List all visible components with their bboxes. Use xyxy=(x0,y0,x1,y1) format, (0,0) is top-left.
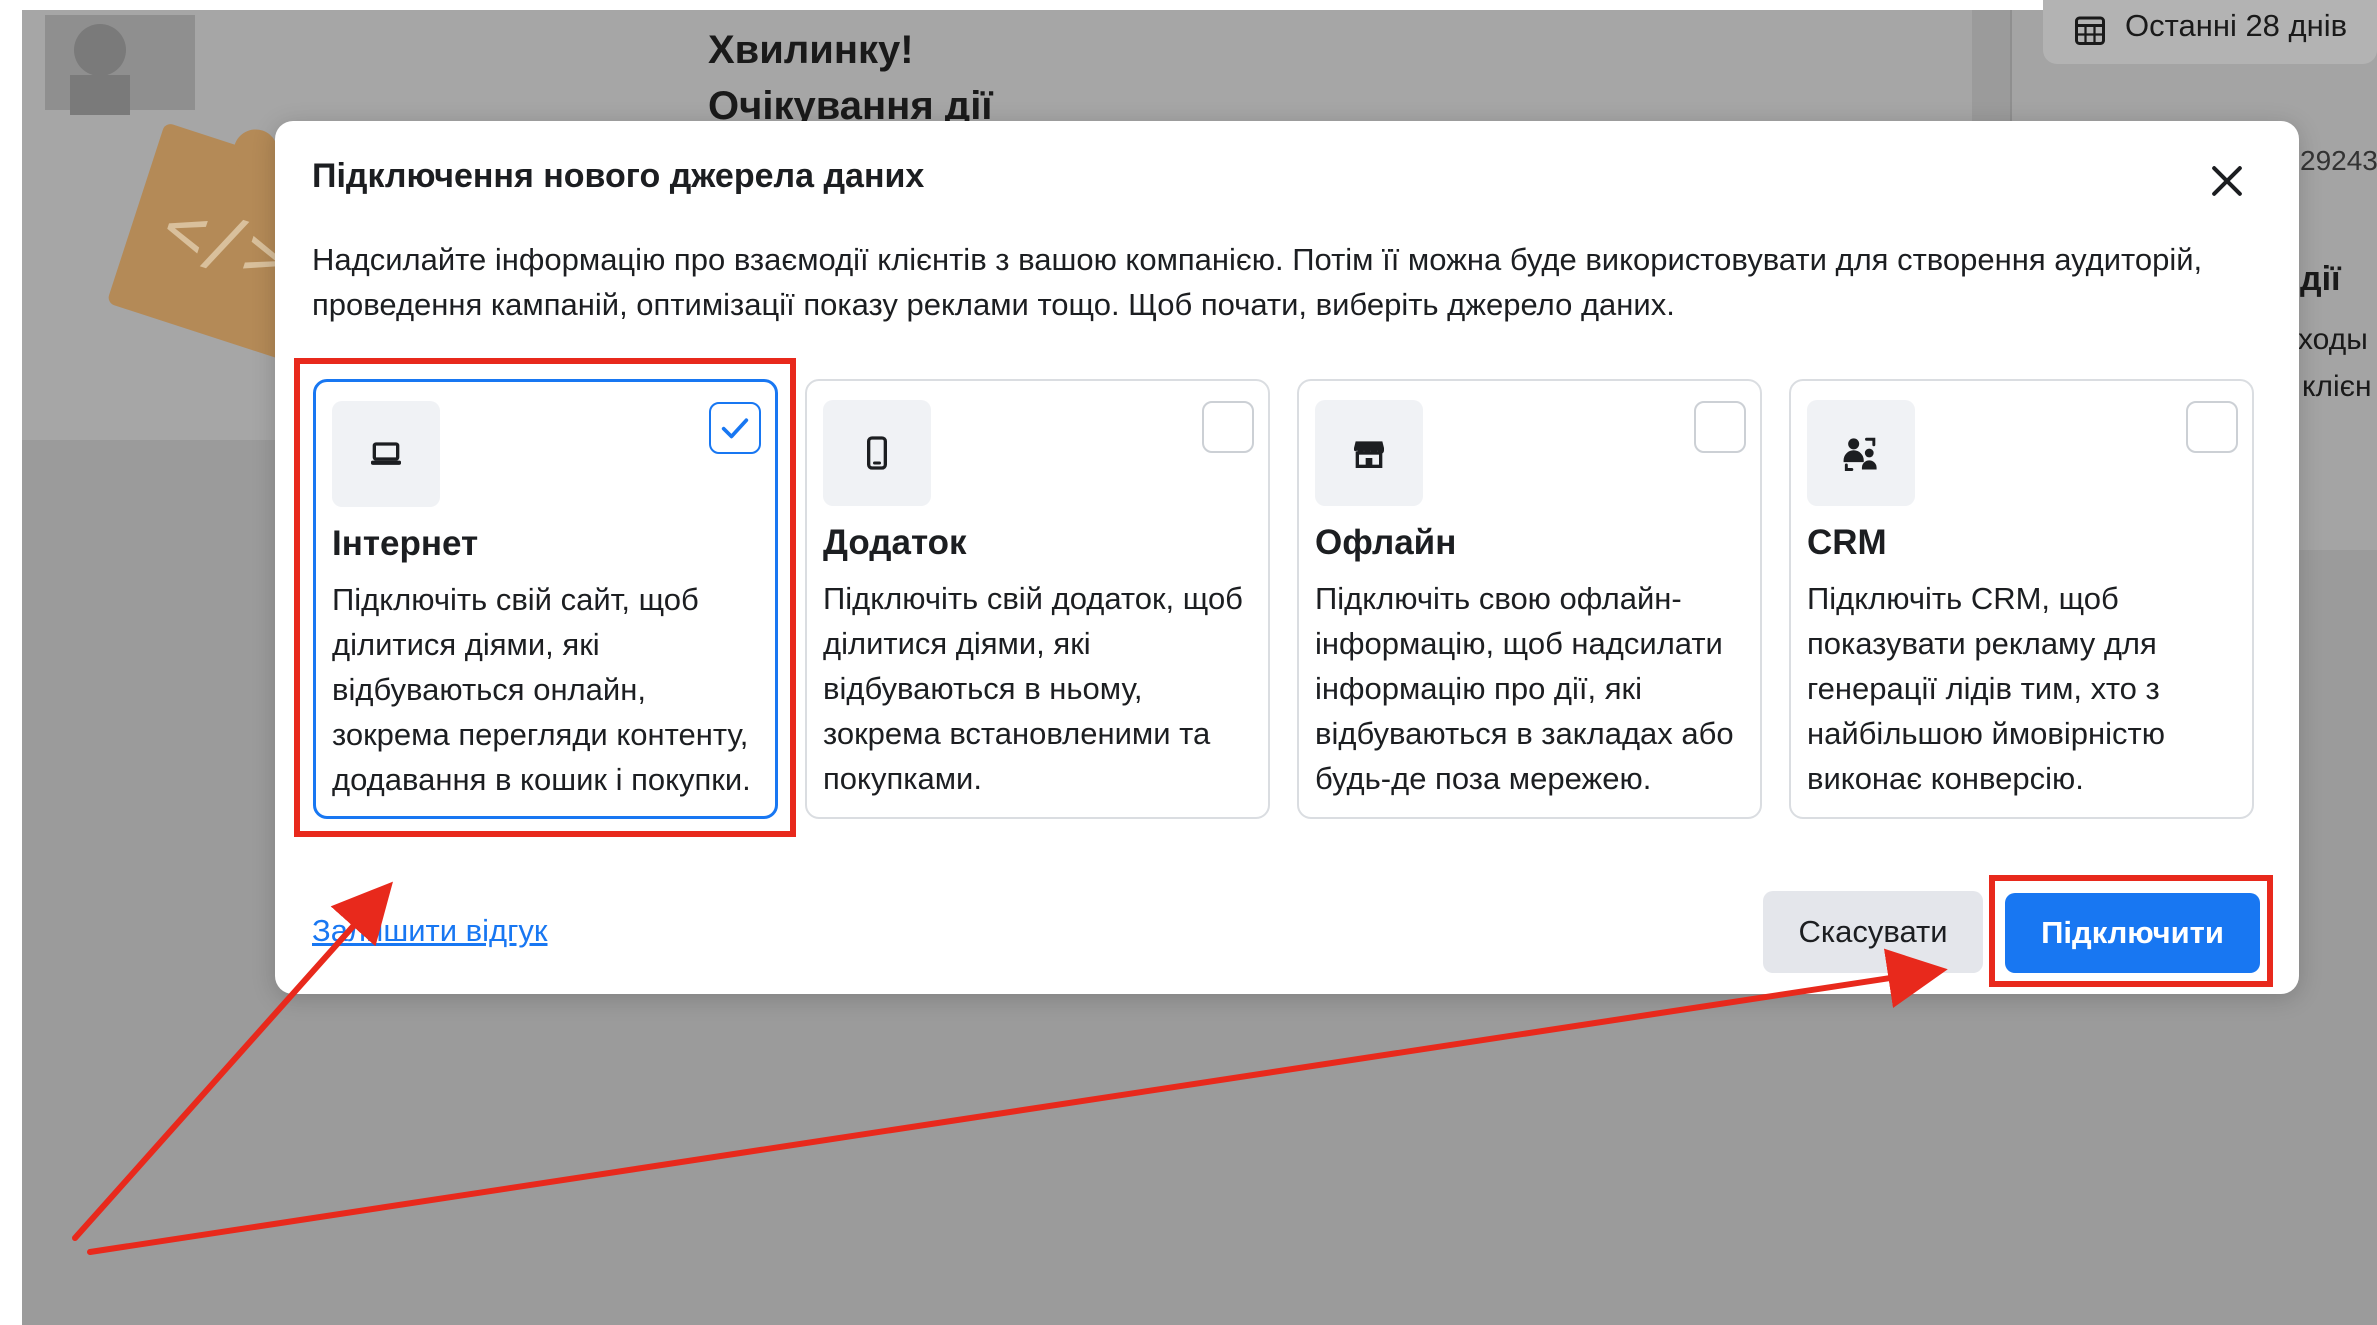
source-title: CRM xyxy=(1807,523,1887,562)
background-heading-line1: Хвилинку! xyxy=(708,28,914,72)
date-range-label: Останні 28 днів xyxy=(2125,8,2348,43)
screen: </> Хвилинку! Очікування дії Останні 28 … xyxy=(0,0,2377,1325)
connect-data-source-dialog: Підключення нового джерела даних Надсила… xyxy=(275,121,2299,994)
close-icon[interactable] xyxy=(2205,159,2249,203)
source-description: Підключіть свій додаток, щоб ділитися ді… xyxy=(823,581,1243,796)
source-icon-box xyxy=(1807,400,1915,506)
background-title-fragment: дії xyxy=(2300,260,2341,298)
source-checkbox[interactable] xyxy=(1694,401,1746,453)
background-id-fragment: 29243 xyxy=(2300,145,2377,176)
source-title: Офлайн xyxy=(1315,523,1457,562)
source-icon-box xyxy=(823,400,931,506)
source-icon-box xyxy=(1315,400,1423,506)
laptop-icon xyxy=(371,442,401,465)
background-heading: Хвилинку! Очікування дії xyxy=(708,22,993,134)
connect-button[interactable]: Підключити xyxy=(2005,893,2260,973)
dialog-title: Підключення нового джерела даних xyxy=(312,157,925,195)
checkmark-icon xyxy=(721,418,749,439)
source-card-app[interactable]: Додаток Підключіть свій додаток, щоб діл… xyxy=(805,379,1270,819)
source-checkbox-checked[interactable] xyxy=(709,402,761,454)
source-icon-box xyxy=(332,401,440,507)
background-text-fragment: клієн xyxy=(2302,370,2372,403)
source-description: Підключіть свій сайт, щоб ділитися діями… xyxy=(332,582,751,797)
source-checkbox[interactable] xyxy=(2186,401,2238,453)
cancel-button[interactable]: Скасувати xyxy=(1763,891,1983,973)
source-card-offline[interactable]: Офлайн Підключіть свою офлайн-інформацію… xyxy=(1297,379,1762,819)
source-description: Підключіть CRM, щоб показувати рекламу д… xyxy=(1807,581,2165,796)
background-text-fragment: ходы xyxy=(2298,323,2368,356)
leave-feedback-link[interactable]: Залишити відгук xyxy=(312,913,548,949)
people-sync-icon xyxy=(1843,437,1877,471)
storefront-icon xyxy=(1354,441,1384,468)
source-checkbox[interactable] xyxy=(1202,401,1254,453)
source-title: Інтернет xyxy=(332,524,479,563)
calendar-icon xyxy=(2075,16,2105,45)
source-card-internet[interactable]: Інтернет Підключіть свій сайт, щоб ділит… xyxy=(313,379,778,819)
source-description: Підключіть свою офлайн-інформацію, щоб н… xyxy=(1315,581,1734,796)
mobile-phone-icon xyxy=(867,436,887,470)
source-title: Додаток xyxy=(823,523,967,562)
source-card-crm[interactable]: CRM Підключіть CRM, щоб показувати рекла… xyxy=(1789,379,2254,819)
dialog-description: Надсилайте інформацію про взаємодії кліє… xyxy=(312,242,2203,322)
